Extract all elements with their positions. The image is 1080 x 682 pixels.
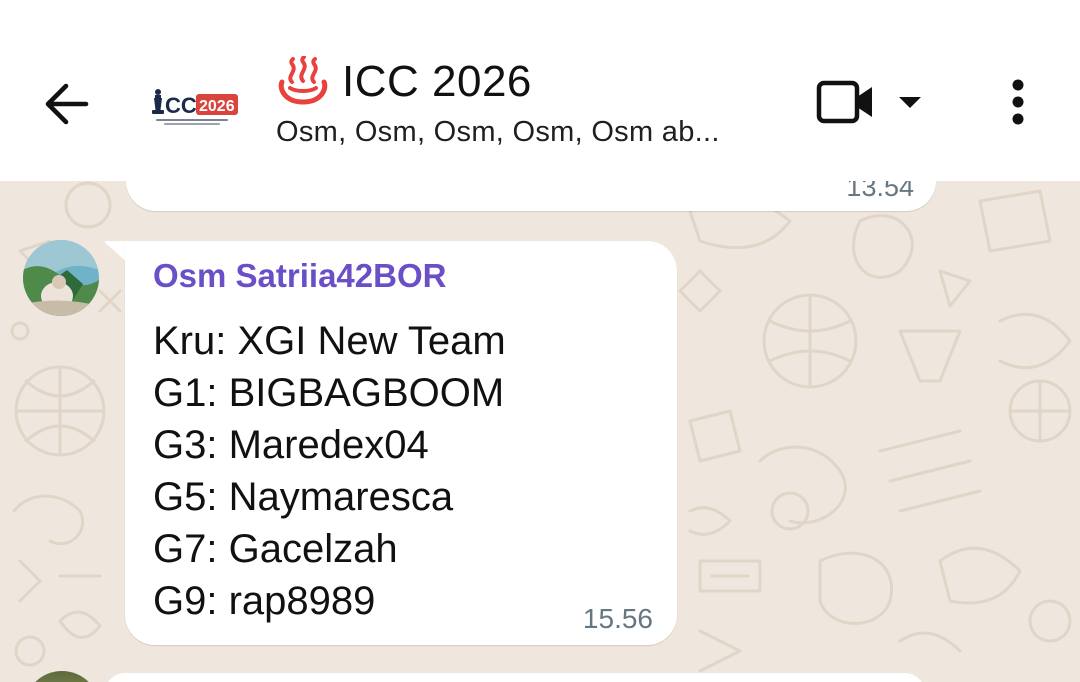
- sender-name[interactable]: Osm Satriia42BOR: [153, 257, 446, 295]
- svg-text:2026: 2026: [199, 98, 235, 115]
- message-line: G7: Gacelzah: [153, 527, 398, 571]
- chat-area[interactable]: 13.54 Osm Satriia42BOR Kru: XGI New Team: [0, 181, 1080, 682]
- call-options-dropdown[interactable]: [892, 88, 928, 120]
- message-bubble[interactable]: Osm Satriia42BOR Kru: XGI New Team G1: B…: [125, 241, 677, 645]
- video-call-button[interactable]: [808, 72, 884, 136]
- message-line: G3: Maredex04: [153, 423, 429, 467]
- video-call-icon: [816, 78, 876, 131]
- message-line: G9: rap8989: [153, 579, 376, 623]
- chat-title: ICC 2026: [342, 57, 532, 106]
- message-line: G5: Naymaresca: [153, 475, 454, 519]
- message-line: G1: BIGBAGBOOM: [153, 371, 505, 415]
- svg-text:CC: CC: [165, 93, 197, 118]
- sender-avatar[interactable]: [23, 240, 99, 316]
- icc-logo: CC 2026: [152, 89, 238, 125]
- message-timestamp: 13.54: [846, 181, 914, 202]
- chat-title-area[interactable]: ICC 2026 Osm, Osm, Osm, Osm, Osm ab...: [276, 52, 796, 149]
- participants-subtitle: Osm, Osm, Osm, Osm, Osm ab...: [276, 116, 720, 148]
- hot-springs-icon: [276, 56, 330, 108]
- next-message-bubble[interactable]: [105, 673, 925, 682]
- more-vert-icon: [1010, 78, 1026, 131]
- more-options-button[interactable]: [996, 72, 1040, 136]
- message-line: Kru: XGI New Team: [153, 319, 506, 363]
- back-button[interactable]: [36, 76, 96, 136]
- group-avatar[interactable]: CC 2026: [140, 76, 244, 136]
- previous-message-bubble[interactable]: 13.54: [126, 181, 936, 211]
- caret-down-icon: [897, 94, 923, 115]
- back-arrow-icon: [42, 80, 90, 133]
- chat-header: CC 2026 ICC 2026 Osm, Osm, Osm, Osm, Osm…: [0, 0, 1080, 181]
- message-text: Kru: XGI New Team G1: BIGBAGBOOM G3: Mar…: [153, 315, 506, 627]
- message-timestamp: 15.56: [582, 603, 653, 634]
- chat-screen: CC 2026 ICC 2026 Osm, Osm, Osm, Osm, Osm…: [0, 0, 1080, 682]
